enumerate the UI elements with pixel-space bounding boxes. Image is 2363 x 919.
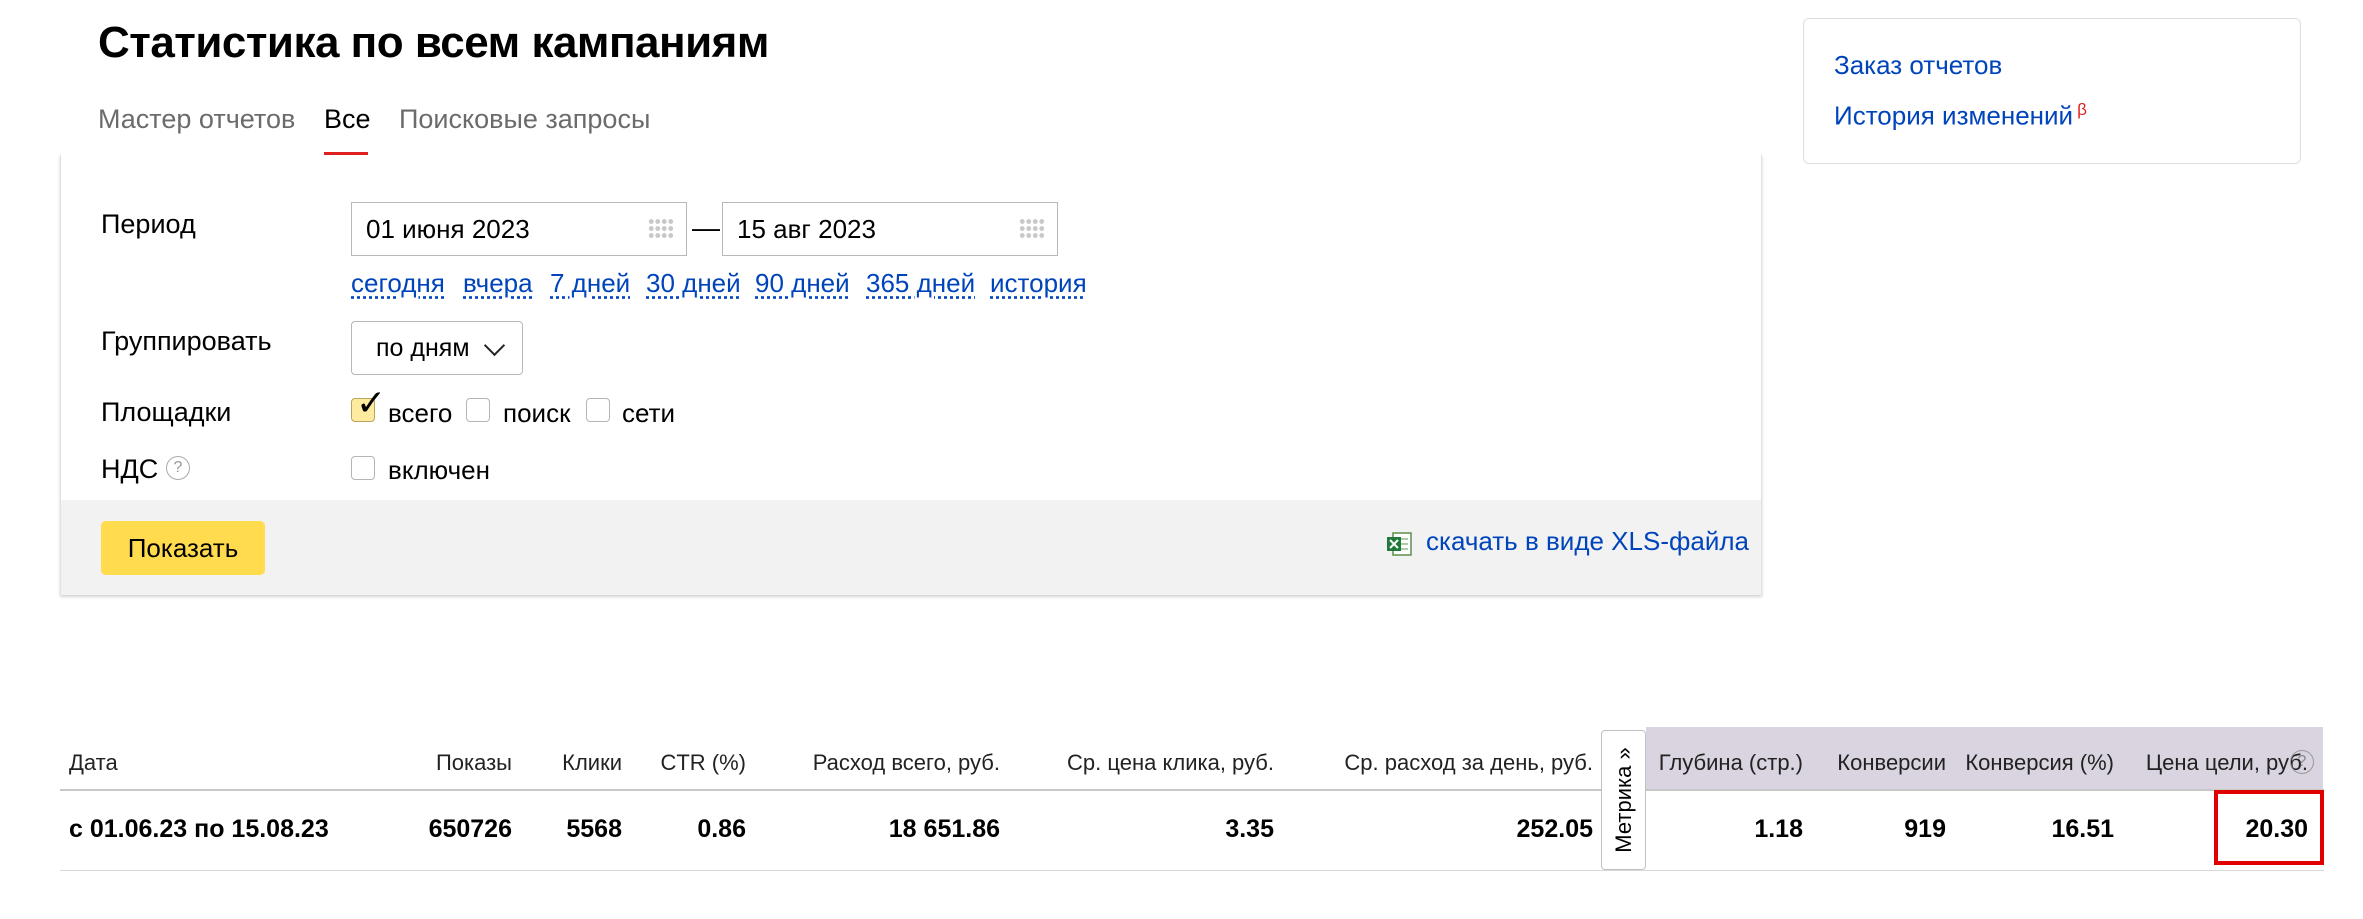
chevron-down-icon: [483, 334, 506, 357]
period-label: Период: [101, 209, 196, 239]
sidebar-links-panel: [1803, 18, 2301, 164]
platform-search-checkbox[interactable]: [466, 398, 490, 422]
download-xls-link[interactable]: скачать в виде XLS-файла: [1426, 526, 1749, 557]
column-header-conversions: Конверсии: [1837, 750, 1946, 775]
change-history-link[interactable]: История изменений β: [1834, 100, 2087, 132]
quick-range-90-days[interactable]: 90 дней: [755, 268, 850, 299]
highlight-box: [2214, 790, 2324, 865]
vat-option-label: включен: [388, 455, 490, 485]
row-clicks: 5568: [566, 815, 622, 843]
vat-checkbox[interactable]: [351, 456, 375, 480]
quick-range-365-days[interactable]: 365 дней: [866, 268, 975, 299]
column-header-ctr: CTR (%): [660, 750, 746, 775]
beta-badge: β: [2077, 100, 2087, 119]
column-header-avg-click-price: Ср. цена клика, руб.: [1067, 750, 1274, 775]
row-conversions: 919: [1904, 815, 1946, 843]
row-date-range: с 01.06.23 по 15.08.23: [69, 815, 329, 843]
group-by-value: по дням: [376, 334, 470, 362]
platform-all-checkbox[interactable]: ✓: [351, 385, 386, 422]
date-from-input[interactable]: 01 июня 2023: [351, 202, 687, 256]
tab-search-queries[interactable]: Поисковые запросы: [399, 104, 650, 135]
column-header-impressions: Показы: [435, 750, 512, 775]
row-depth: 1.18: [1754, 815, 1803, 843]
quick-range-7-days[interactable]: 7 дней: [550, 268, 630, 299]
vat-label: НДС: [101, 454, 159, 484]
calendar-icon[interactable]: [1019, 218, 1045, 240]
row-impressions: 650726: [428, 815, 512, 843]
platforms-label: Площадки: [101, 397, 232, 427]
date-separator: —: [692, 212, 720, 243]
calendar-icon[interactable]: [648, 218, 674, 240]
metrika-toggle-label: Метрика »: [1610, 747, 1636, 853]
platform-networks-label: сети: [622, 398, 676, 428]
row-ctr: 0.86: [697, 815, 746, 843]
table-bottom-divider: [60, 870, 2324, 871]
group-by-select[interactable]: по дням: [351, 321, 523, 375]
platform-all-label: всего: [388, 398, 453, 428]
quick-range-30-days[interactable]: 30 дней: [646, 268, 741, 299]
column-header-conversion-rate: Конверсия (%): [1965, 750, 2114, 775]
column-header-goal-price: Цена цели, руб.: [2145, 750, 2308, 775]
row-conversion-rate: 16.51: [2051, 815, 2114, 843]
tab-report-master[interactable]: Мастер отчетов: [98, 104, 295, 135]
group-label: Группировать: [101, 326, 272, 356]
quick-range-yesterday[interactable]: вчера: [463, 268, 533, 299]
show-button[interactable]: Показать: [101, 521, 265, 575]
date-to-input[interactable]: 15 авг 2023: [722, 202, 1058, 256]
platform-search-label: поиск: [503, 398, 571, 428]
tab-all[interactable]: Все: [324, 104, 371, 135]
metrika-toggle-button[interactable]: Метрика »: [1601, 730, 1646, 870]
column-header-date: Дата: [69, 750, 118, 775]
column-header-clicks: Клики: [562, 750, 622, 775]
date-to-value: 15 авг 2023: [737, 214, 876, 244]
column-header-total-spend: Расход всего, руб.: [812, 750, 1000, 775]
page-title: Статистика по всем кампаниям: [98, 18, 769, 67]
row-total-spend: 18 651.86: [888, 815, 1000, 843]
row-avg-daily-spend: 252.05: [1516, 815, 1593, 843]
column-header-avg-daily-spend: Ср. расход за день, руб.: [1344, 750, 1593, 775]
table-help-icon[interactable]: ?: [2290, 750, 2314, 774]
quick-range-history[interactable]: история: [990, 268, 1087, 299]
column-header-depth: Глубина (стр.): [1658, 750, 1803, 775]
table-header-divider: [60, 789, 2324, 791]
row-avg-click-price: 3.35: [1225, 815, 1274, 843]
date-from-value: 01 июня 2023: [366, 214, 530, 244]
quick-range-today[interactable]: сегодня: [351, 268, 445, 299]
checkmark-icon: ✓: [356, 382, 387, 423]
change-history-label: История изменений: [1834, 100, 2074, 131]
excel-icon: [1387, 532, 1412, 556]
order-reports-link[interactable]: Заказ отчетов: [1834, 50, 2002, 81]
platform-networks-checkbox[interactable]: [586, 398, 610, 422]
vat-help-icon[interactable]: ?: [166, 456, 190, 480]
